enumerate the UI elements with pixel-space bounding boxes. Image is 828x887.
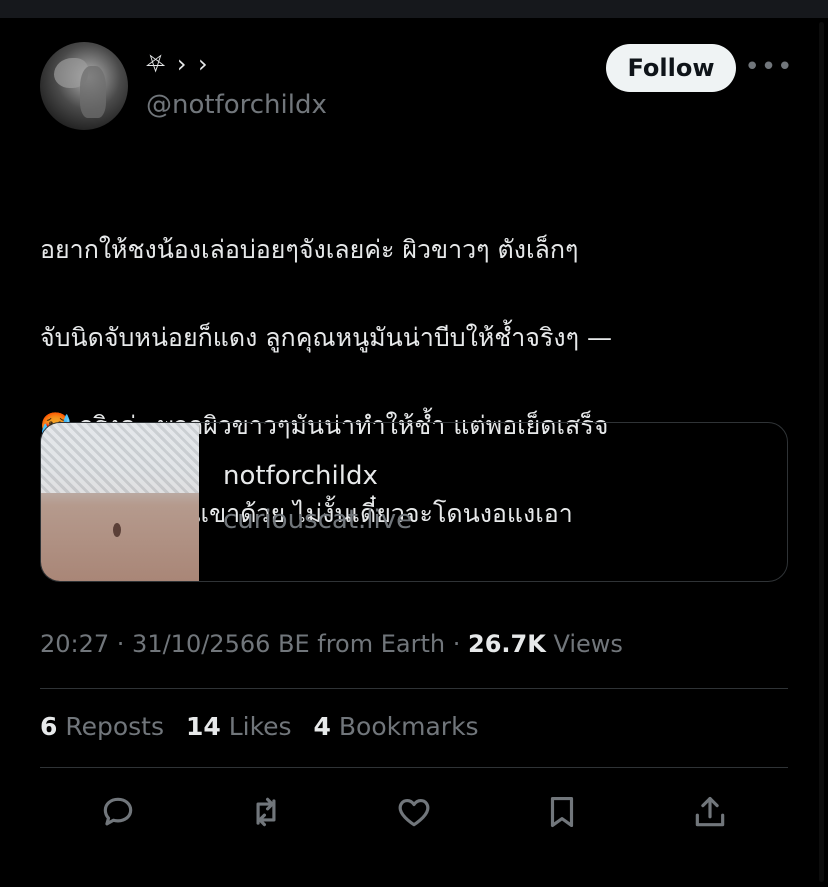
repost-icon (256, 797, 276, 827)
divider (40, 767, 788, 768)
views-count: 26.7K (468, 630, 546, 658)
tweet-metadata: 20:27 · 31/10/2566 BE from Earth · 26.7K… (40, 630, 623, 658)
divider (40, 688, 788, 689)
reply-icon (103, 797, 133, 826)
top-bar (0, 0, 828, 18)
share-icon (695, 796, 725, 827)
reposts-stat[interactable]: 6 Reposts (40, 712, 172, 741)
user-handle[interactable]: @notforchildx (146, 90, 327, 120)
bookmarks-count: 4 (313, 712, 331, 741)
bookmarks-label: Bookmarks (338, 712, 479, 741)
likes-stat[interactable]: 14 Likes (186, 712, 300, 741)
reposts-count: 6 (40, 712, 58, 741)
link-preview-card[interactable]: notforchildx curiouscat.live (40, 422, 788, 582)
bookmark-icon (550, 796, 574, 828)
likes-label: Likes (228, 712, 292, 741)
like-button[interactable] (392, 790, 436, 834)
heart-icon (398, 799, 430, 827)
bookmarks-stat[interactable]: 4 Bookmarks (314, 712, 479, 741)
engagement-stats: 6 Reposts 14 Likes 4 Bookmarks (40, 712, 493, 741)
card-domain: curiouscat.live (223, 505, 413, 535)
avatar-figure-shape (80, 66, 106, 118)
tweet-timestamp[interactable]: 20:27 · 31/10/2566 BE from Earth · (40, 630, 460, 658)
tweet-text-line: จับนิดจับหน่อยก็แดง ลูกคุณหนูมันน่าบีบให… (40, 323, 612, 352)
card-title: notforchildx (223, 461, 378, 491)
image-detail (113, 523, 121, 537)
likes-count: 14 (185, 712, 221, 741)
image-lace-texture (41, 423, 199, 493)
avatar[interactable] (40, 42, 128, 130)
display-name[interactable]: ⛧ › › (146, 50, 210, 78)
reposts-label: Reposts (65, 712, 165, 741)
more-options-icon[interactable]: ••• (745, 52, 793, 82)
share-button[interactable] (688, 790, 732, 834)
repost-button[interactable] (244, 790, 288, 834)
views-label: Views (553, 630, 623, 658)
follow-button[interactable]: Follow (606, 44, 736, 92)
reply-button[interactable] (96, 790, 140, 834)
bookmark-button[interactable] (540, 790, 584, 834)
scrollbar[interactable] (819, 22, 824, 882)
link-preview-image (41, 423, 199, 581)
tweet-text-line: อยากให้ชงน้องเล่อบ่อยๆจังเลยค่ะ ผิวขาวๆ … (40, 235, 579, 264)
